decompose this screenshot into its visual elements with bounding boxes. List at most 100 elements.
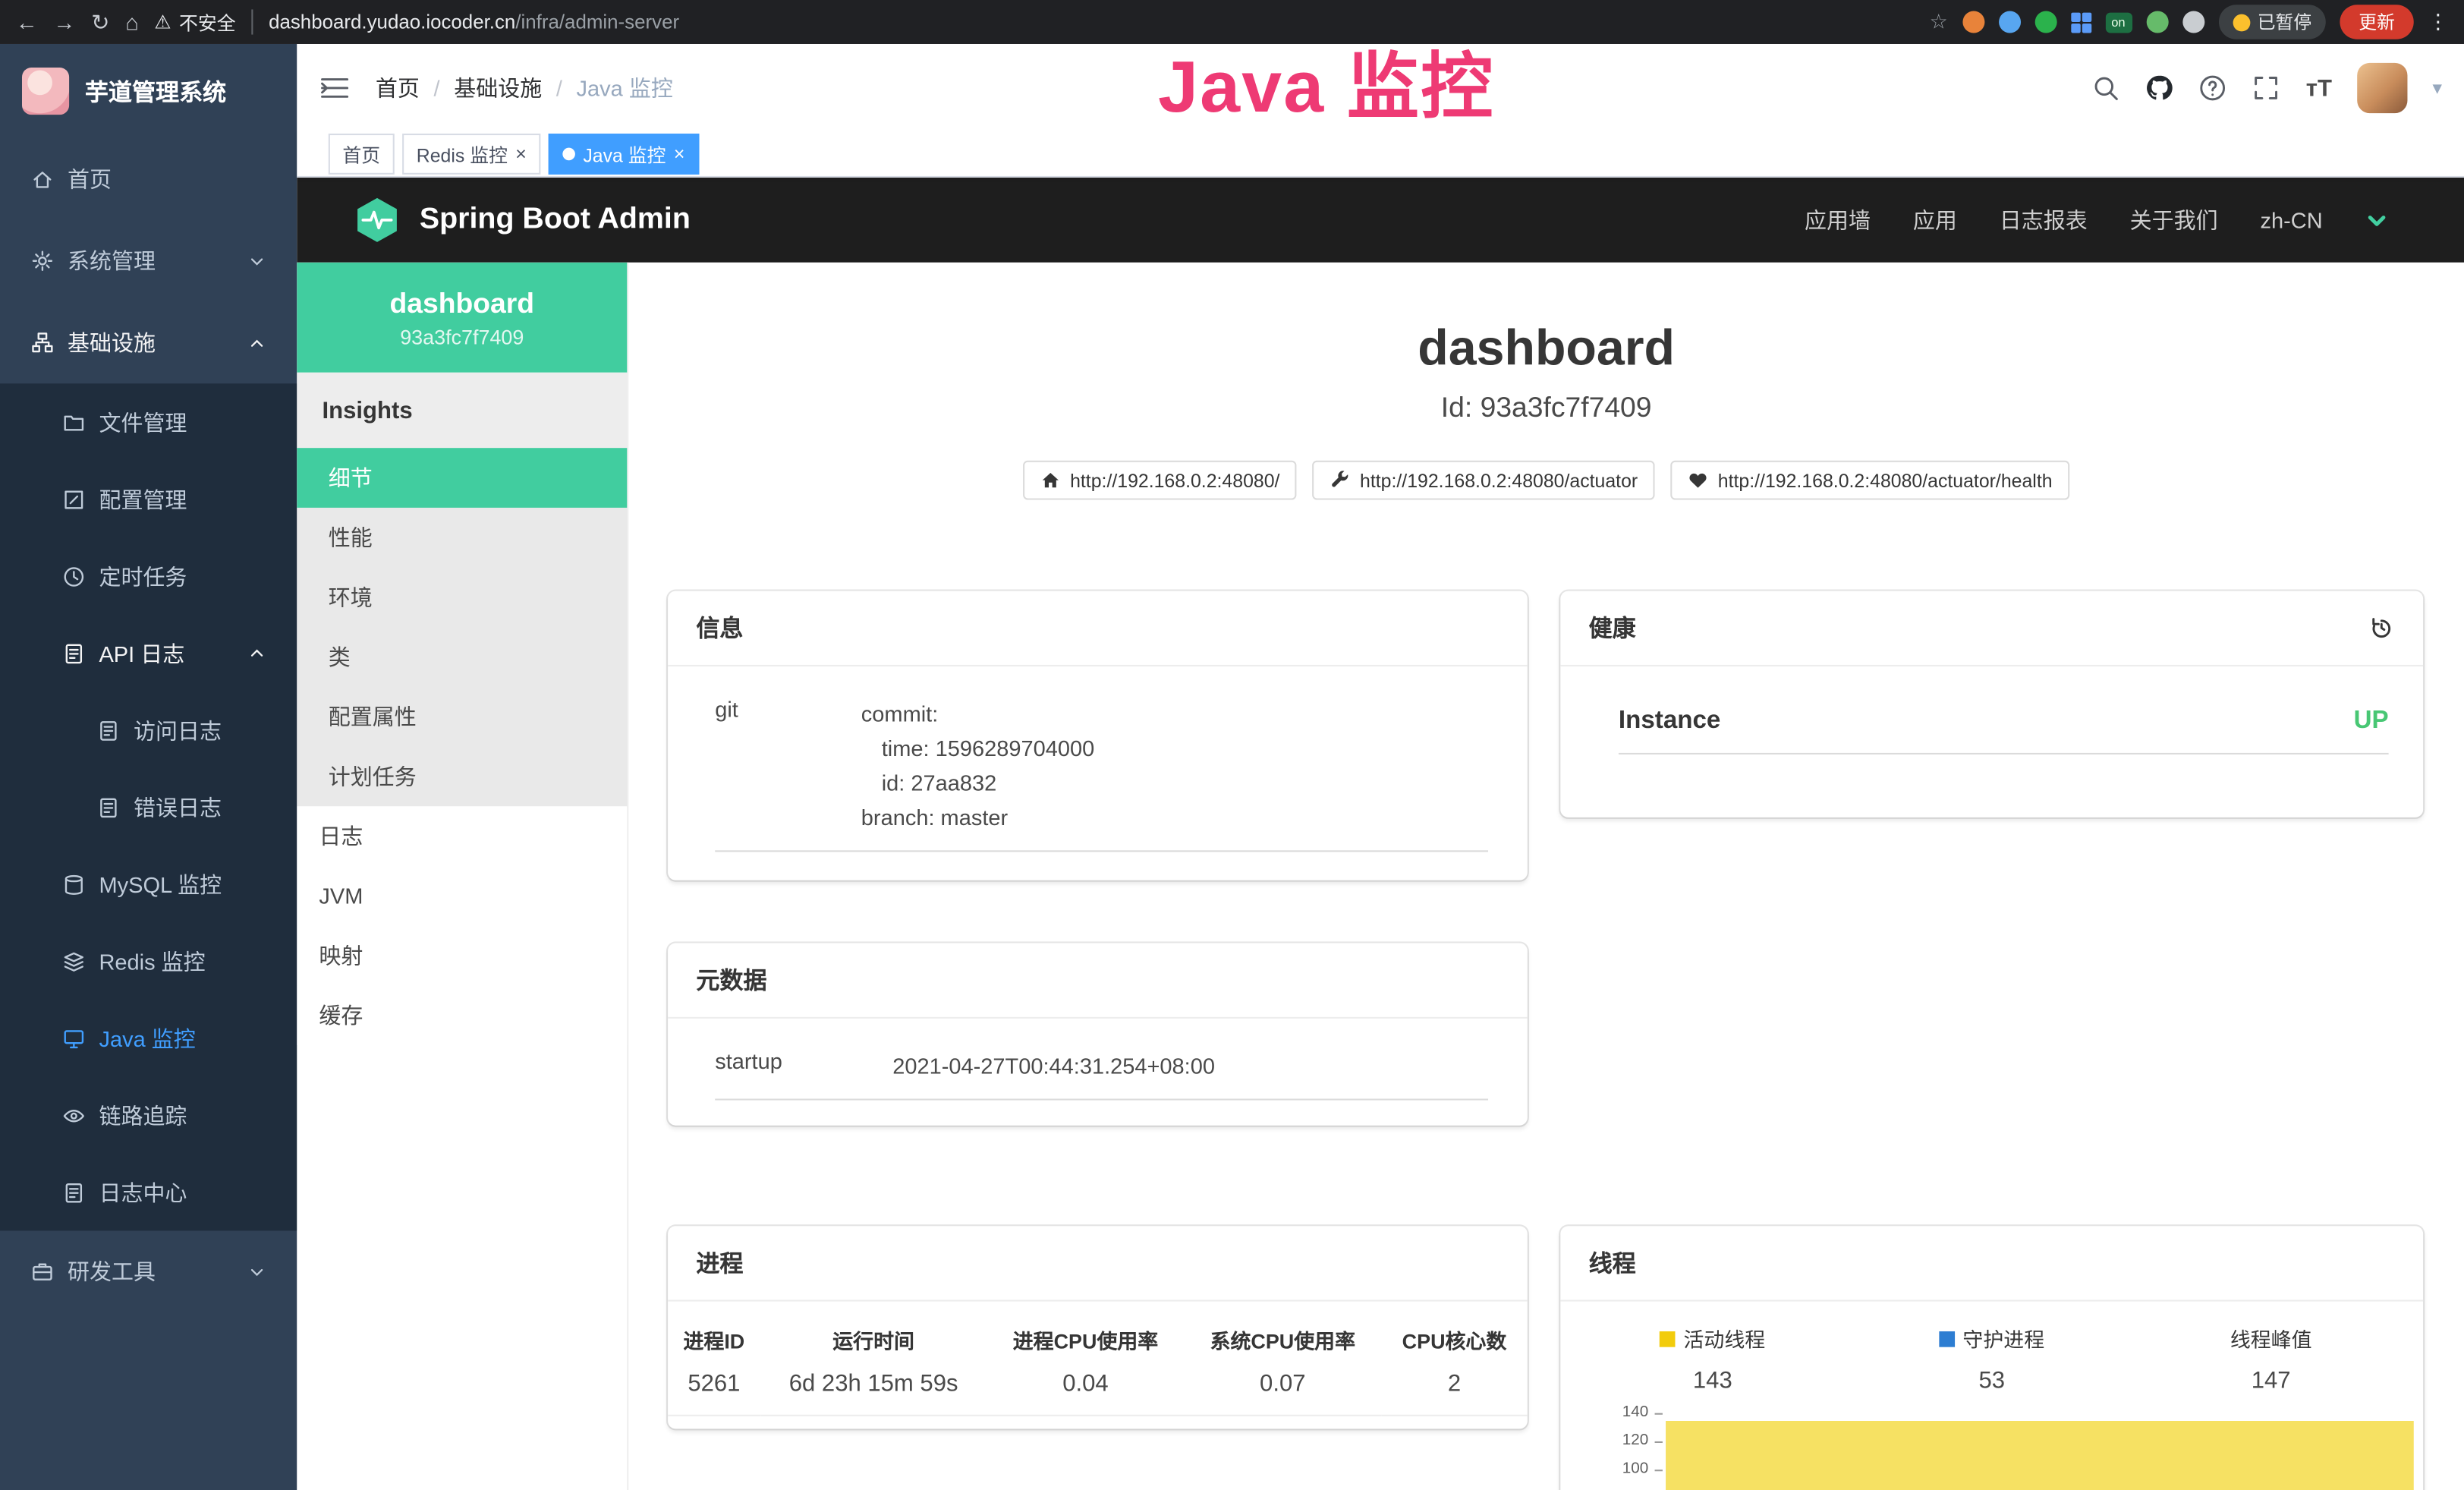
tab-home[interactable]: 首页 bbox=[329, 134, 395, 175]
forward-icon[interactable]: → bbox=[53, 11, 75, 33]
sidebar-item-infra[interactable]: 基础设施 bbox=[0, 302, 297, 384]
sidebar-item-redis-monitor[interactable]: Redis 监控 bbox=[0, 923, 297, 1000]
sidebar-item-api-log[interactable]: API 日志 bbox=[0, 615, 297, 691]
legend-daemon-threads: 守护进程 53 bbox=[1852, 1324, 2132, 1394]
user-avatar[interactable] bbox=[2357, 63, 2407, 113]
sidebar-item-log-center[interactable]: 日志中心 bbox=[0, 1154, 297, 1230]
security-chip[interactable]: ⚠ 不安全 bbox=[154, 8, 235, 35]
back-icon[interactable]: ← bbox=[16, 11, 38, 33]
sidebar-item-access-log[interactable]: 访问日志 bbox=[0, 691, 297, 768]
sba-item-caches[interactable]: 缓存 bbox=[297, 985, 627, 1045]
page-title: dashboard bbox=[628, 319, 2464, 377]
sba-nav-journal[interactable]: 日志报表 bbox=[2000, 204, 2088, 235]
sba-nav-menu: 应用墙 应用 日志报表 关于我们 zh-CN bbox=[1805, 204, 2389, 235]
sba-item-mappings[interactable]: 映射 bbox=[297, 926, 627, 986]
blue-grid-extension-icon[interactable] bbox=[2070, 12, 2091, 33]
sba-item-jvm[interactable]: JVM bbox=[297, 866, 627, 926]
y-axis-tick-mark bbox=[1655, 1441, 1663, 1443]
wrench-icon bbox=[1330, 470, 1351, 490]
sba-nav-about[interactable]: 关于我们 bbox=[2130, 204, 2218, 235]
on-badge-extension-icon[interactable]: on bbox=[2105, 12, 2132, 33]
close-icon[interactable]: × bbox=[674, 143, 685, 165]
breadcrumb-current: Java 监控 bbox=[577, 72, 673, 103]
sidebar-item-system[interactable]: 系统管理 bbox=[0, 220, 297, 302]
instance-header[interactable]: dashboard 93a3fc7f7409 bbox=[297, 263, 627, 373]
sidebar-item-home[interactable]: 首页 bbox=[0, 138, 297, 220]
y-axis-tick-mark bbox=[1655, 1470, 1663, 1471]
help-icon[interactable] bbox=[2199, 74, 2227, 102]
browser-menu-icon[interactable]: ⋮ bbox=[2428, 9, 2448, 34]
sidebar-item-trace[interactable]: 链路追踪 bbox=[0, 1076, 297, 1153]
breadcrumb: 首页 / 基础设施 / Java 监控 bbox=[376, 72, 673, 103]
sidebar-item-label: 基础设施 bbox=[68, 327, 156, 358]
sba-item-environment[interactable]: 环境 bbox=[297, 568, 627, 628]
address-bar[interactable]: dashboard.yudao.iocoder.cn /infra/admin-… bbox=[251, 9, 679, 34]
metadata-card-body: startup 2021-04-27T00:44:31.254+08:00 bbox=[715, 1028, 1488, 1100]
sprout-extension-icon[interactable] bbox=[2146, 11, 2168, 33]
sba-item-classes[interactable]: 类 bbox=[297, 627, 627, 687]
puzzle-extensions-icon[interactable] bbox=[2182, 11, 2204, 33]
chevron-down-icon[interactable] bbox=[2365, 208, 2389, 232]
reload-icon[interactable]: ↻ bbox=[91, 11, 109, 33]
smiley-avatar-icon bbox=[2233, 14, 2250, 31]
page-subtitle: Id: 93a3fc7f7409 bbox=[628, 392, 2464, 424]
avatar-caret-icon[interactable]: ▾ bbox=[2433, 77, 2442, 99]
bookmark-star-icon[interactable]: ☆ bbox=[1930, 9, 1948, 34]
sba-locale-select[interactable]: zh-CN bbox=[2260, 207, 2322, 232]
sidebar-item-config-management[interactable]: 配置管理 bbox=[0, 461, 297, 537]
close-icon[interactable]: × bbox=[515, 143, 527, 165]
folder-icon bbox=[63, 411, 85, 433]
y-axis-tick: 120 bbox=[1573, 1432, 1648, 1451]
health-url-link[interactable]: http://192.168.0.2:48080/actuator/health bbox=[1671, 461, 2070, 500]
info-card: 信息 git commit: time: 1596289704000 id: 2… bbox=[668, 591, 1528, 880]
actuator-url-link[interactable]: http://192.168.0.2:48080/actuator bbox=[1313, 461, 1655, 500]
sba-nav-applications[interactable]: 应用 bbox=[1913, 204, 1957, 235]
orange-extension-icon[interactable] bbox=[1962, 11, 1984, 33]
threads-legend: 活动线程 143 守护进程 53 bbox=[1560, 1302, 2423, 1394]
sidebar-item-mysql-monitor[interactable]: MySQL 监控 bbox=[0, 846, 297, 922]
sidebar-item-file-management[interactable]: 文件管理 bbox=[0, 383, 297, 460]
history-icon[interactable] bbox=[2368, 615, 2395, 641]
metadata-card-title: 元数据 bbox=[668, 943, 1528, 1018]
process-card: 进程 进程ID 运行时间 进程CPU使用率 系统CPU使用率 CPU核心数 bbox=[668, 1226, 1528, 1429]
github-icon[interactable] bbox=[2146, 74, 2174, 102]
tab-redis-monitor[interactable]: Redis 监控 × bbox=[402, 134, 540, 175]
active-threads-area bbox=[1666, 1421, 2414, 1490]
breadcrumb-infra[interactable]: 基础设施 bbox=[454, 72, 542, 103]
sidebar-item-label: Java 监控 bbox=[99, 1022, 195, 1054]
hamburger-icon[interactable] bbox=[319, 72, 350, 103]
sidebar-item-label: 配置管理 bbox=[99, 484, 187, 515]
sba-nav-wallboard[interactable]: 应用墙 bbox=[1805, 204, 1871, 235]
info-line: commit: bbox=[861, 696, 1094, 731]
sidebar-item-dev-tools[interactable]: 研发工具 bbox=[0, 1230, 297, 1312]
home-icon[interactable]: ⌂ bbox=[125, 11, 139, 33]
tab-bar: 首页 Redis 监控 × Java 监控 × bbox=[297, 132, 2464, 178]
update-button[interactable]: 更新 bbox=[2340, 5, 2413, 39]
sba-item-scheduled-tasks[interactable]: 计划任务 bbox=[297, 747, 627, 807]
tab-label: Java 监控 bbox=[583, 140, 666, 167]
paused-profile-chip[interactable]: 已暂停 bbox=[2218, 5, 2326, 39]
sba-item-config-props[interactable]: 配置属性 bbox=[297, 687, 627, 747]
document-icon bbox=[63, 1181, 85, 1203]
sidebar-item-label: Redis 监控 bbox=[99, 946, 205, 977]
green-circle-extension-icon[interactable] bbox=[2034, 11, 2056, 33]
search-icon[interactable] bbox=[2092, 74, 2120, 102]
service-url-link[interactable]: http://192.168.0.2:48080/ bbox=[1023, 461, 1297, 500]
tab-java-monitor[interactable]: Java 监控 × bbox=[549, 134, 699, 175]
link-label: http://192.168.0.2:48080/actuator/health bbox=[1718, 469, 2053, 491]
info-line: id: 27aa832 bbox=[861, 765, 1094, 800]
sidebar-item-error-log[interactable]: 错误日志 bbox=[0, 769, 297, 846]
blue-drop-extension-icon[interactable] bbox=[1998, 11, 2020, 33]
sidebar-item-label: 链路追踪 bbox=[99, 1100, 187, 1131]
breadcrumb-home[interactable]: 首页 bbox=[376, 72, 420, 103]
sidebar-item-scheduled-jobs[interactable]: 定时任务 bbox=[0, 537, 297, 614]
sba-item-metrics[interactable]: 性能 bbox=[297, 508, 627, 568]
sidebar-item-java-monitor[interactable]: Java 监控 bbox=[0, 1000, 297, 1076]
fullscreen-icon[interactable] bbox=[2252, 74, 2280, 102]
sba-item-details[interactable]: 细节 bbox=[297, 448, 627, 508]
info-line: branch: master bbox=[861, 800, 1094, 835]
system-cpu: 0.07 bbox=[1184, 1362, 1381, 1415]
sba-item-logs[interactable]: 日志 bbox=[297, 806, 627, 866]
instance-id: 93a3fc7f7409 bbox=[400, 325, 524, 348]
text-size-icon[interactable]: тT bbox=[2306, 74, 2332, 101]
